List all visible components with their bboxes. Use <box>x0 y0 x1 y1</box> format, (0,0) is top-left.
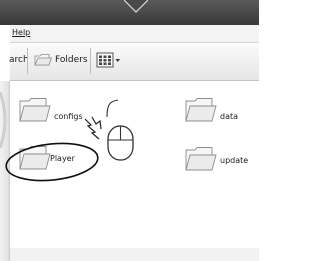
folder-icon <box>185 98 217 122</box>
folder-item-player[interactable]: Player <box>18 144 93 176</box>
folder-icon <box>19 98 51 122</box>
file-list: configs data Player update <box>10 81 259 248</box>
callout-pointer <box>124 0 148 13</box>
folders-icon[interactable] <box>33 50 53 70</box>
chevron-down-icon <box>115 59 120 62</box>
menu-help[interactable]: Help <box>12 28 30 38</box>
views-grid-icon <box>99 55 111 65</box>
folder-item-configs[interactable]: configs <box>18 96 93 128</box>
folder-icon <box>19 146 51 170</box>
folder-item-update[interactable]: update <box>184 145 259 177</box>
folder-label: update <box>220 156 249 165</box>
toolbar-separator <box>90 48 91 74</box>
search-button-label[interactable]: arch <box>9 55 29 66</box>
menu-bar: Help <box>10 25 259 43</box>
folders-button-label[interactable]: Folders <box>55 55 88 66</box>
folder-label: configs <box>54 112 83 121</box>
views-button[interactable] <box>96 52 123 69</box>
toolbar-separator <box>27 48 28 74</box>
folder-item-data[interactable]: data <box>184 96 254 128</box>
folder-icon <box>185 147 217 171</box>
toolbar: arch Folders <box>9 43 259 81</box>
folder-label: Player <box>50 154 75 163</box>
folder-label: data <box>220 112 239 121</box>
status-strip <box>10 248 259 261</box>
